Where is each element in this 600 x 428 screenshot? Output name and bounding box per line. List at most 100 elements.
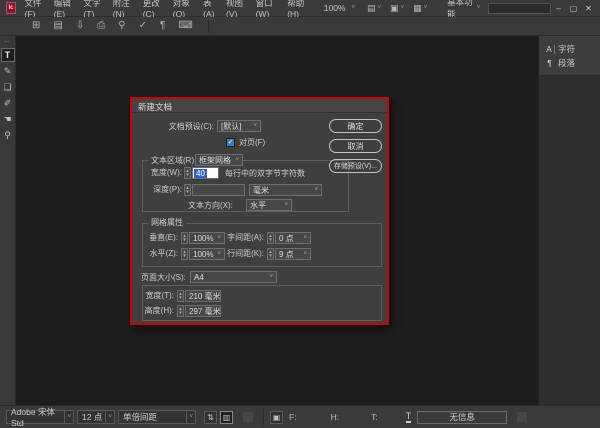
char-spacing-stepper[interactable]: [267, 232, 274, 244]
line-spacing-stepper[interactable]: [267, 248, 274, 260]
search-input[interactable]: [488, 2, 552, 14]
text-direction-value: 水平: [250, 200, 266, 210]
text-direction-dropdown[interactable]: 水平: [246, 199, 292, 211]
char-spacing-dropdown[interactable]: 0 点: [275, 232, 311, 244]
view-options-icon: ▣: [390, 2, 399, 13]
text-area-label: 文本区域(R):: [148, 155, 200, 166]
zoom-tool[interactable]: ⚲: [1, 128, 15, 142]
menu-object[interactable]: 对象(O): [169, 0, 199, 19]
menubar-icons: ▤ ˅ ▣ ˅ ▦ ˅: [367, 3, 427, 14]
depth-label: 深度(P):: [153, 185, 182, 194]
paragraph-panel-tab[interactable]: ¶ 段落: [544, 56, 600, 70]
width-input[interactable]: 40: [192, 167, 219, 179]
menu-type[interactable]: 文字(T): [80, 0, 109, 19]
page-size-label: 页面大小(S):: [141, 273, 186, 282]
export-icon[interactable]: ⇩: [76, 21, 84, 31]
screen-mode-icon: ▦: [413, 2, 422, 13]
print-icon[interactable]: ⎙: [97, 21, 105, 31]
screen-mode-button[interactable]: ▦ ˅: [413, 3, 427, 14]
dialog-title[interactable]: 新建文档: [132, 99, 387, 113]
facing-pages-label: 对页(F): [239, 138, 266, 147]
width-label: 宽度(W):: [150, 168, 182, 177]
spellcheck-icon[interactable]: ✓: [139, 21, 147, 31]
depth-unit-dropdown[interactable]: 毫米: [249, 184, 322, 196]
page-size-dropdown[interactable]: A4: [190, 271, 277, 283]
notes-view-tool[interactable]: ❏: [1, 80, 15, 94]
panel-dock: A 字符 ¶ 段落: [538, 36, 600, 405]
menu-edit[interactable]: 编辑(E): [50, 0, 80, 19]
depth-stepper[interactable]: [184, 184, 191, 196]
maximize-button[interactable]: ▢: [566, 2, 581, 15]
type-tool[interactable]: T: [0, 48, 15, 62]
grid-horizontal-stepper[interactable]: [181, 248, 188, 260]
character-panel-tab[interactable]: A 字符: [544, 42, 600, 56]
menu-window[interactable]: 窗口(W): [252, 0, 284, 19]
text-area-dropdown[interactable]: 框架网格: [195, 154, 243, 166]
grid-horizontal-dropdown[interactable]: 100%: [189, 248, 225, 260]
vertical-text-icon[interactable]: ⇅: [204, 410, 217, 424]
application-toolbar: ⊞ ▤ ⇩ ⎙ ⚲ ✓ ¶ ⌨: [0, 17, 600, 36]
character-panel-icon: A: [544, 44, 555, 54]
hand-tool[interactable]: ☚: [1, 112, 15, 126]
new-document-dialog: 新建文档 文档预设(C): [默认] ✓ 对页(F) 文本区域(R): 框架网格…: [130, 97, 389, 325]
chevron-down-icon: ˅: [377, 5, 382, 11]
hidden-characters-icon[interactable]: ¶: [160, 21, 165, 31]
save-preset-button[interactable]: 存储预设(V)...: [329, 159, 382, 173]
line-spacing-dropdown[interactable]: 9 点: [275, 248, 311, 260]
chevron-down-icon: ˅: [476, 5, 481, 11]
depth-input[interactable]: [192, 184, 245, 196]
document-preset-dropdown[interactable]: [默认]: [217, 120, 261, 132]
document-preset-value: [默认]: [221, 121, 242, 131]
width-stepper[interactable]: [184, 167, 191, 179]
page-height-label: 高度(H):: [144, 306, 174, 315]
font-size-dropdown[interactable]: 12 点: [77, 410, 115, 424]
footnote-count-label: F:: [289, 412, 297, 422]
page-width-value: 210 毫米: [189, 291, 221, 301]
depth-unit-value: 毫米: [253, 185, 269, 195]
page-width-stepper[interactable]: [177, 290, 184, 302]
find-icon[interactable]: ⚲: [118, 21, 125, 31]
frame-grid-icon[interactable]: ▥: [220, 410, 233, 424]
page-width-label: 宽度(T):: [145, 291, 174, 300]
page-width-input[interactable]: 210 毫米: [185, 290, 221, 302]
menu-notes[interactable]: 附注(N): [109, 0, 139, 19]
grid-attributes-group: [142, 223, 382, 267]
char-spacing-label: 字间距(A):: [227, 233, 264, 242]
chevron-down-icon: ˅: [400, 5, 405, 11]
ok-button[interactable]: 确定: [329, 119, 382, 133]
minimize-button[interactable]: –: [551, 2, 566, 15]
menu-file[interactable]: 文件(F): [21, 0, 50, 19]
menu-table[interactable]: 表(A): [200, 0, 223, 19]
new-document-icon[interactable]: ⊞: [32, 21, 40, 31]
view-options-button[interactable]: ▣ ˅: [390, 3, 404, 14]
note-tool[interactable]: ✎: [1, 64, 15, 78]
pencil-tool[interactable]: ✐: [1, 96, 15, 110]
statusbar: Adobe 宋体 Std 12 点 单倍间距 ⇅ ▥ ▣ F: H: T: T …: [0, 405, 600, 428]
disabled-indicator-icon: [243, 412, 253, 422]
bridge-button[interactable]: ▤ ˅: [367, 3, 381, 14]
paragraph-panel-label: 段落: [558, 58, 576, 68]
font-family-value: Adobe 宋体 Std: [11, 407, 55, 428]
page-height-input[interactable]: 297 毫米: [185, 305, 221, 317]
page-height-value: 297 毫米: [189, 306, 221, 316]
leading-dropdown[interactable]: 单倍间距: [118, 410, 196, 424]
toolbar-divider: [207, 19, 209, 33]
grid-vertical-dropdown[interactable]: 100%: [189, 232, 225, 244]
menu-help[interactable]: 帮助(H): [284, 0, 314, 19]
bridge-icon: ▤: [367, 2, 376, 13]
grid-vertical-stepper[interactable]: [181, 232, 188, 244]
font-family-dropdown[interactable]: Adobe 宋体 Std: [6, 407, 74, 428]
close-button[interactable]: ✕: [581, 2, 596, 15]
open-icon[interactable]: ▤: [53, 21, 62, 31]
menu-changes[interactable]: 更改(C): [139, 0, 169, 19]
paragraph-panel-icon: ¶: [547, 57, 552, 68]
zoom-level-dropdown[interactable]: 100% ˅: [324, 3, 355, 13]
facing-pages-checkbox[interactable]: ✓: [226, 138, 235, 147]
character-panel-label: 字符: [558, 44, 576, 54]
panel-grip-icon[interactable]: ‥: [5, 37, 11, 46]
page-height-stepper[interactable]: [177, 305, 184, 317]
cancel-button[interactable]: 取消: [329, 139, 382, 153]
menu-view[interactable]: 视图(V): [223, 0, 253, 19]
keyboard-icon[interactable]: ⌨: [178, 21, 192, 31]
width-hint: 每行中的双字节字符数: [225, 169, 305, 178]
